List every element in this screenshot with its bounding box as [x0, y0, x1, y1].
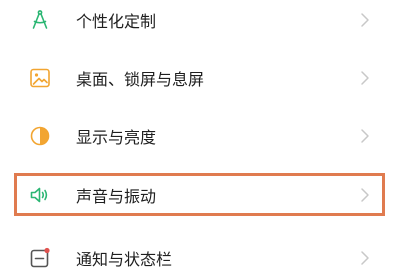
settings-item-label: 声音与振动: [76, 187, 157, 206]
settings-item-display-brightness[interactable]: 显示与亮度: [0, 106, 395, 166]
settings-item-label: 通知与状态栏: [76, 250, 173, 269]
settings-item-personalization[interactable]: 个性化定制: [0, 0, 395, 50]
chevron-right-icon: [360, 128, 370, 144]
settings-item-desktop-lockscreen[interactable]: 桌面、锁屏与息屏: [0, 48, 395, 108]
settings-item-sound-vibration[interactable]: 声音与振动: [0, 165, 395, 225]
chevron-right-icon: [360, 70, 370, 86]
notification-icon: [28, 246, 52, 270]
compass-icon: [28, 8, 52, 32]
brightness-icon: [28, 124, 52, 148]
settings-item-label: 显示与亮度: [76, 128, 157, 147]
chevron-right-icon: [360, 12, 370, 28]
chevron-right-icon: [360, 187, 370, 203]
wallpaper-icon: [28, 66, 52, 90]
settings-item-notifications-statusbar[interactable]: 通知与状态栏: [0, 228, 395, 279]
settings-item-label: 桌面、锁屏与息屏: [76, 70, 205, 89]
chevron-right-icon: [360, 250, 370, 266]
speaker-icon: [28, 183, 52, 207]
settings-item-label: 个性化定制: [76, 12, 157, 31]
settings-list: 个性化定制 桌面、锁屏与息屏 显示与亮度 声音与振动 通知与状态栏: [0, 0, 395, 279]
